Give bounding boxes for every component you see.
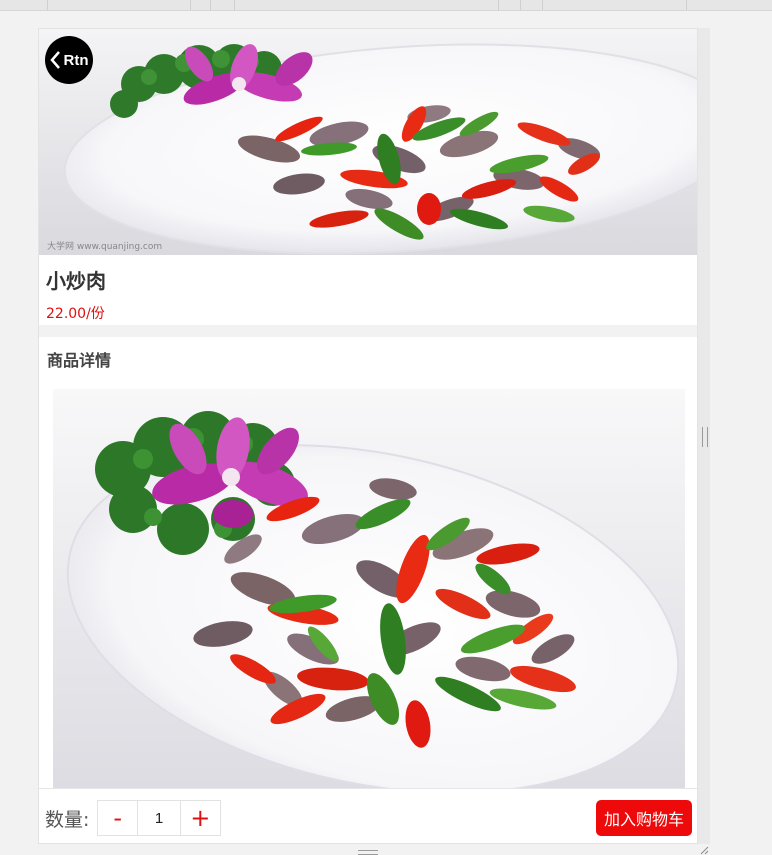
quantity-input[interactable]: 1 bbox=[137, 801, 181, 835]
mobile-viewport: 大学网 www.quanjing.com Rtn 小炒肉 22.00/份 商品详… bbox=[38, 28, 698, 844]
quantity-label: 数量: bbox=[45, 809, 90, 831]
chevron-left-icon bbox=[49, 51, 60, 69]
strip-divider bbox=[520, 0, 521, 10]
increase-button[interactable]: + bbox=[181, 801, 220, 835]
detail-image bbox=[53, 389, 685, 789]
horizontal-resize-grip-icon[interactable] bbox=[358, 850, 378, 855]
strip-divider bbox=[47, 0, 48, 10]
quantity-stepper: - 1 + bbox=[97, 800, 221, 836]
resize-corner-icon[interactable] bbox=[700, 846, 709, 855]
add-to-cart-button[interactable]: 加入购物车 bbox=[596, 800, 692, 836]
bottom-action-bar: 数量: - 1 + 加入购物车 bbox=[39, 788, 697, 843]
vertical-resize-grip-icon[interactable] bbox=[702, 427, 708, 447]
decrease-button[interactable]: - bbox=[98, 801, 137, 835]
hero-dish-photo: 大学网 www.quanjing.com bbox=[39, 29, 697, 255]
strip-divider bbox=[234, 0, 235, 10]
hero-image: 大学网 www.quanjing.com Rtn bbox=[39, 29, 697, 255]
strip-divider bbox=[686, 0, 687, 10]
strip-divider bbox=[498, 0, 499, 10]
hero-watermark: 大学网 www.quanjing.com bbox=[47, 240, 162, 252]
strip-divider bbox=[210, 0, 211, 10]
product-name: 小炒肉 bbox=[46, 269, 106, 293]
strip-divider bbox=[542, 0, 543, 10]
details-heading: 商品详情 bbox=[47, 351, 112, 370]
back-button-label: Rtn bbox=[63, 51, 89, 69]
section-divider bbox=[39, 325, 697, 337]
product-price: 22.00/份 bbox=[46, 306, 105, 322]
back-button[interactable]: Rtn bbox=[45, 36, 93, 84]
detail-dish-photo bbox=[53, 389, 685, 789]
browser-top-strip bbox=[0, 0, 772, 11]
strip-divider bbox=[190, 0, 191, 10]
